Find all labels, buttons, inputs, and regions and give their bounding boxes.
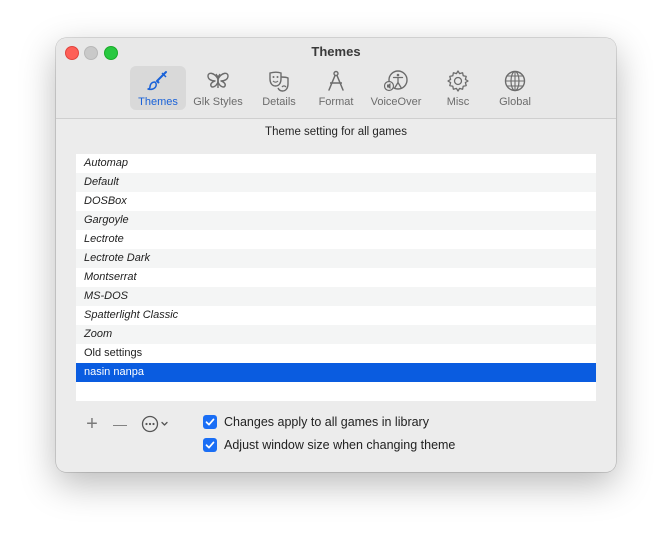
theme-row[interactable]: Montserrat xyxy=(76,268,596,287)
paintbrush-icon xyxy=(147,71,167,91)
theme-row[interactable]: Lectrote xyxy=(76,230,596,249)
tab-label: Themes xyxy=(138,96,178,108)
theme-setting-subtitle: Theme setting for all games xyxy=(265,126,407,138)
checkmark-icon xyxy=(205,441,215,449)
remove-theme-button[interactable]: — xyxy=(110,415,130,433)
apply-all-games-label: Changes apply to all games in library xyxy=(224,415,429,429)
theme-row[interactable]: DOSBox xyxy=(76,192,596,211)
tab-label: Details xyxy=(262,96,296,108)
theme-row[interactable]: Spatterlight Classic xyxy=(76,306,596,325)
ellipsis-circle-icon xyxy=(141,415,168,433)
globe-icon xyxy=(504,70,526,92)
preferences-window: Themes Themes Glk Styles Details Format … xyxy=(56,38,616,472)
tab-glk-styles[interactable]: Glk Styles xyxy=(190,66,246,110)
window-title: Themes xyxy=(311,44,361,59)
accessibility-speaker-icon xyxy=(384,70,408,92)
theme-row[interactable]: Zoom xyxy=(76,325,596,344)
tab-label: Misc xyxy=(446,96,470,108)
tab-format[interactable]: Format xyxy=(308,66,364,110)
tab-details[interactable]: Details xyxy=(251,66,307,110)
toolbar: Themes Themes Glk Styles Details Format … xyxy=(56,38,616,119)
gear-icon xyxy=(447,70,469,92)
tab-label: Global xyxy=(499,96,531,108)
butterfly-icon xyxy=(207,72,229,88)
theme-list[interactable]: Automap Default DOSBox Gargoyle Lectrote… xyxy=(76,154,596,401)
theme-row[interactable]: Automap xyxy=(76,154,596,173)
theme-row[interactable]: Lectrote Dark xyxy=(76,249,596,268)
apply-all-games-option[interactable]: Changes apply to all games in library xyxy=(203,414,429,430)
theme-row[interactable]: Gargoyle xyxy=(76,211,596,230)
theme-row-selected[interactable]: nasin nanpa xyxy=(76,363,596,382)
checkmark-icon xyxy=(205,418,215,426)
theater-masks-icon xyxy=(269,71,289,92)
tab-label: Glk Styles xyxy=(193,96,243,108)
compass-drafting-icon xyxy=(328,70,344,91)
theme-row[interactable]: Old settings xyxy=(76,344,596,363)
apply-all-games-checkbox[interactable] xyxy=(203,415,217,429)
tab-voiceover[interactable]: VoiceOver xyxy=(368,66,424,110)
tab-misc[interactable]: Misc xyxy=(430,66,486,110)
tab-label: VoiceOver xyxy=(370,96,422,108)
adjust-window-size-option[interactable]: Adjust window size when changing theme xyxy=(203,437,455,453)
theme-row[interactable]: MS-DOS xyxy=(76,287,596,306)
adjust-window-size-checkbox[interactable] xyxy=(203,438,217,452)
adjust-window-size-label: Adjust window size when changing theme xyxy=(224,438,456,452)
add-theme-button[interactable]: + xyxy=(83,413,101,435)
theme-row[interactable]: Default xyxy=(76,173,596,192)
action-menu-button[interactable] xyxy=(140,415,172,433)
tab-global[interactable]: Global xyxy=(487,66,543,110)
tab-themes[interactable]: Themes xyxy=(130,66,186,110)
tab-label: Format xyxy=(318,96,354,108)
